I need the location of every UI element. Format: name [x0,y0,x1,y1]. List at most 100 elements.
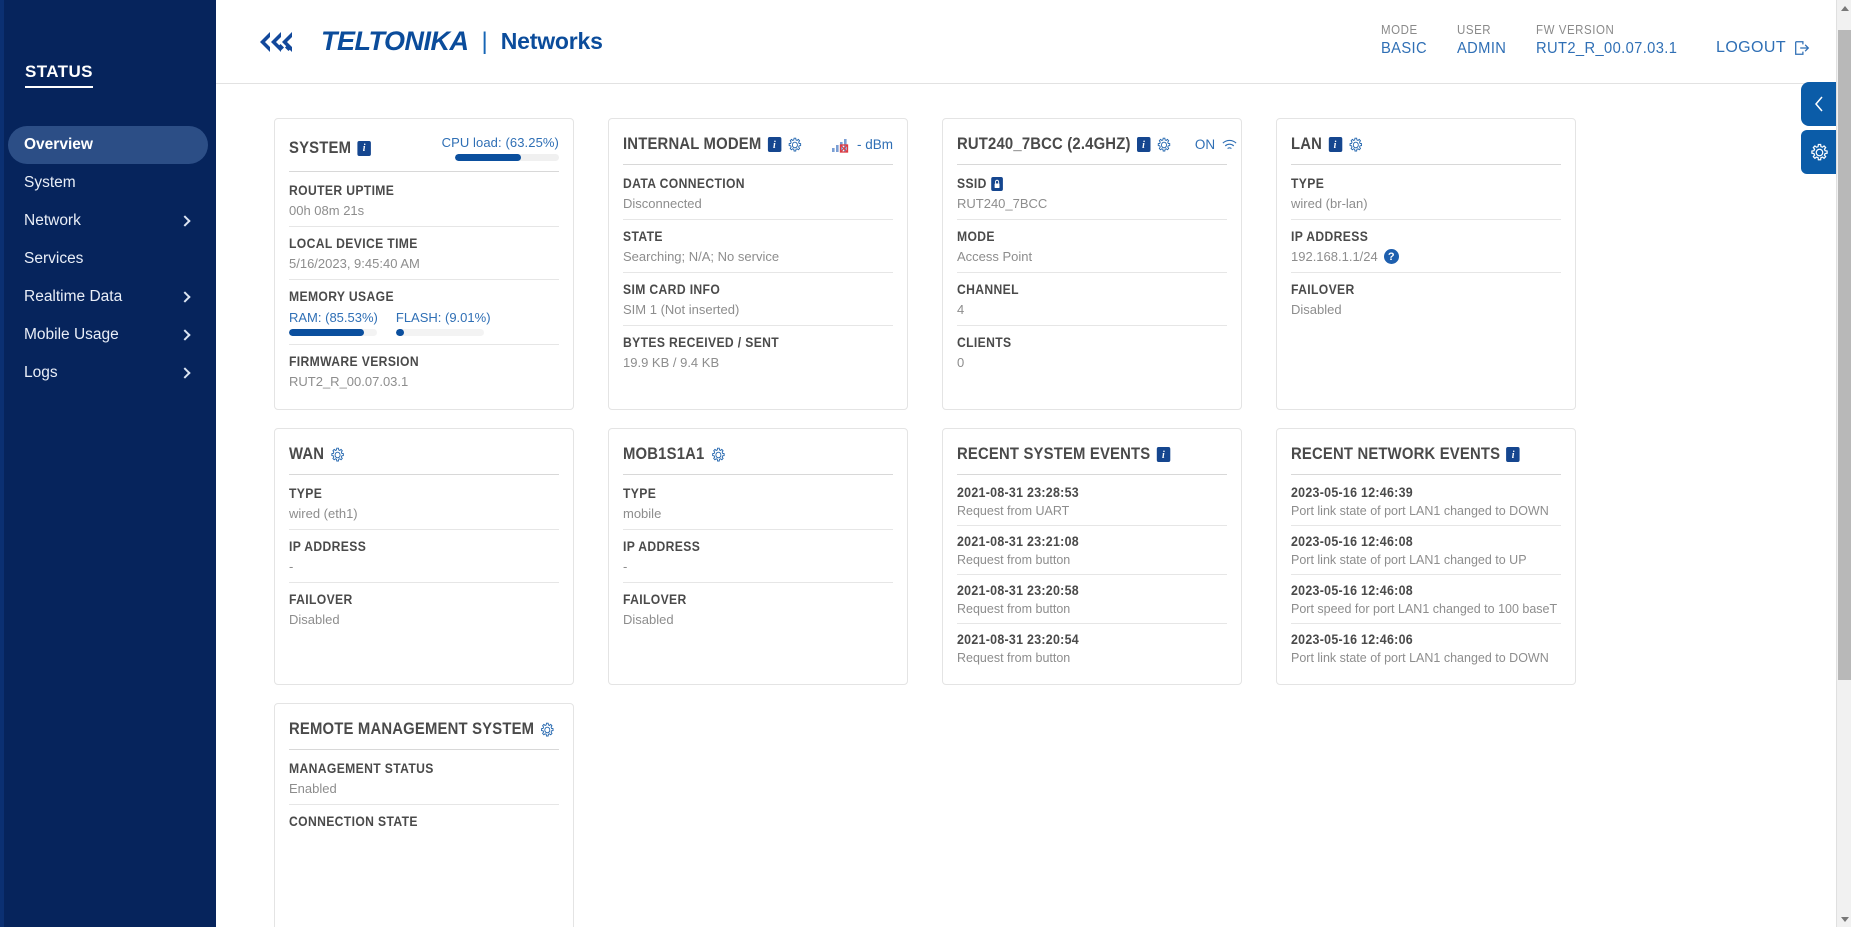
logout-button[interactable]: LOGOUT [1716,39,1811,58]
card-title-text: INTERNAL MODEM [623,135,762,153]
row-label-text: SSID [957,176,987,191]
row-clients: CLIENTS 0 [957,326,1227,378]
caret-down-icon [1840,916,1849,922]
header-mode: MODE BASIC [1381,23,1431,58]
brand-name: TELTONIKA [321,26,469,56]
row-label: MODE [957,229,995,244]
event-desc: Port link state of port LAN1 changed to … [1291,504,1549,518]
gear-icon[interactable] [787,137,801,153]
sidebar-item-label: Realtime Data [24,288,123,306]
header-info: MODE BASIC USER ADMIN FW VERSION RUT2_R_… [1381,23,1811,60]
row-failover: FAILOVER Disabled [623,583,893,635]
top-header: TELTONIKA | Networks MODE BASIC USER ADM… [216,0,1851,84]
sidebar-item-logs[interactable]: Logs [8,354,208,392]
list-item: 2021-08-31 23:21:08 Request from button [957,526,1227,575]
chevron-right-icon [179,291,191,303]
ram-track [289,329,377,336]
sidebar-item-services[interactable]: Services [8,240,208,278]
sidebar-item-label: Mobile Usage [24,326,119,344]
collapse-panel-button[interactable] [1801,82,1837,126]
row-value: mobile [623,506,662,521]
sidebar-item-overview[interactable]: Overview [8,126,208,164]
card-lan-title-group: LAN i [1291,135,1363,154]
sidebar-item-mobile-usage[interactable]: Mobile Usage [8,316,208,354]
help-icon[interactable]: ? [1383,249,1399,264]
card-wan-header: WAN [289,445,559,475]
sidebar-item-realtime-data[interactable]: Realtime Data [8,278,208,316]
chevron-left-icon [1815,96,1823,112]
scroll-down-button[interactable] [1837,911,1851,927]
row-label: MANAGEMENT STATUS [289,761,434,776]
info-icon[interactable]: i [1506,447,1521,462]
gear-icon[interactable] [1157,137,1171,153]
card-modem-header: INTERNAL MODEM i - dBm [623,135,893,165]
event-desc: Port link state of port LAN1 changed to … [1291,553,1527,567]
sidebar-item-label: System [24,174,76,192]
row-label: TYPE [623,486,657,501]
card-lan: LAN i TYPE wired (br-lan) IP ADDRESS 192… [1276,118,1576,410]
row-value: SIM 1 (Not inserted) [623,302,740,317]
row-value: Enabled [289,781,337,796]
row-label: STATE [623,229,663,244]
info-icon[interactable]: i [767,137,782,152]
row-label: ROUTER UPTIME [289,183,395,198]
gear-icon[interactable] [711,447,725,463]
event-desc: Request from button [957,651,1071,665]
info-icon[interactable]: i [1328,137,1342,152]
row-firmware-version: FIRMWARE VERSION RUT2_R_00.07.03.1 [289,345,559,397]
chevron-right-icon [179,215,191,227]
row-label: CONNECTION STATE [289,814,418,829]
card-title-text: RECENT SYSTEM EVENTS [957,445,1151,463]
gear-icon[interactable] [541,722,555,738]
modem-signal-value: - dBm [856,137,893,152]
wifi-state-value: ON [1194,137,1216,152]
settings-panel-button[interactable] [1801,130,1837,174]
card-internal-modem: INTERNAL MODEM i - dBm DATA CONNECTION D… [608,118,908,410]
row-label: IP ADDRESS [289,539,367,554]
brand-logo[interactable]: TELTONIKA | Networks [240,26,603,57]
memory-meters: RAM: (85.53%) FLASH: (9.01%) [289,310,559,336]
card-system-header: SYSTEM i CPU load: (63.25%) [289,135,559,172]
page-scrollbar[interactable] [1836,0,1851,927]
event-time: 2023-05-16 12:46:08 [1291,583,1413,598]
card-system-title-group: SYSTEM i [289,139,371,158]
card-mob-rows: TYPE mobile IP ADDRESS - FAILOVER Disabl… [623,475,893,635]
info-icon[interactable]: i [357,140,371,156]
row-label: TYPE [289,486,323,501]
row-label: FAILOVER [289,592,353,607]
ram-meter: RAM: (85.53%) [289,310,378,336]
event-time: 2021-08-31 23:21:08 [957,534,1079,549]
row-local-device-time: LOCAL DEVICE TIME 5/16/2023, 9:45:40 AM [289,227,559,280]
row-value: 19.9 KB / 9.4 KB [623,355,720,370]
row-label: FIRMWARE VERSION [289,354,419,369]
card-lan-rows: TYPE wired (br-lan) IP ADDRESS 192.168.1… [1291,165,1561,325]
caret-up-icon [1840,5,1849,11]
event-time: 2021-08-31 23:28:53 [957,485,1079,500]
cpu-load-meter: CPU load: (63.25%) [442,135,559,161]
row-label: FAILOVER [623,592,687,607]
row-label: CHANNEL [957,282,1019,297]
flash-meter: FLASH: (9.01%) [395,310,491,336]
row-label: LOCAL DEVICE TIME [289,236,418,251]
sidebar-item-network[interactable]: Network [8,202,208,240]
side-tabs [1801,82,1837,174]
main-area: TELTONIKA | Networks MODE BASIC USER ADM… [216,0,1851,927]
cpu-load-label: CPU load: (63.25%) [441,135,559,150]
list-item: 2023-05-16 12:46:08 Port link state of p… [1291,526,1561,575]
card-wifi-rows: SSID RUT240_7BCC MODE Access Point CHANN… [957,165,1227,378]
sidebar-item-system[interactable]: System [8,164,208,202]
card-title-text: WAN [289,445,325,463]
header-mode-value[interactable]: BASIC [1381,40,1427,58]
gear-icon[interactable] [330,447,344,463]
header-firmware: FW VERSION RUT2_R_00.07.03.1 [1536,23,1690,58]
card-modem-title-group: INTERNAL MODEM i [623,135,802,154]
gear-icon[interactable] [1348,137,1362,153]
scroll-up-button[interactable] [1837,0,1851,16]
scrollbar-thumb[interactable] [1838,30,1851,680]
info-icon[interactable]: i [1136,137,1151,152]
event-time: 2021-08-31 23:20:54 [957,632,1079,647]
row-type: TYPE wired (br-lan) [1291,167,1561,220]
header-user-label: USER [1456,23,1492,37]
info-icon[interactable]: i [1156,447,1171,462]
card-system: SYSTEM i CPU load: (63.25%) ROUTER UPTIM… [274,118,574,410]
